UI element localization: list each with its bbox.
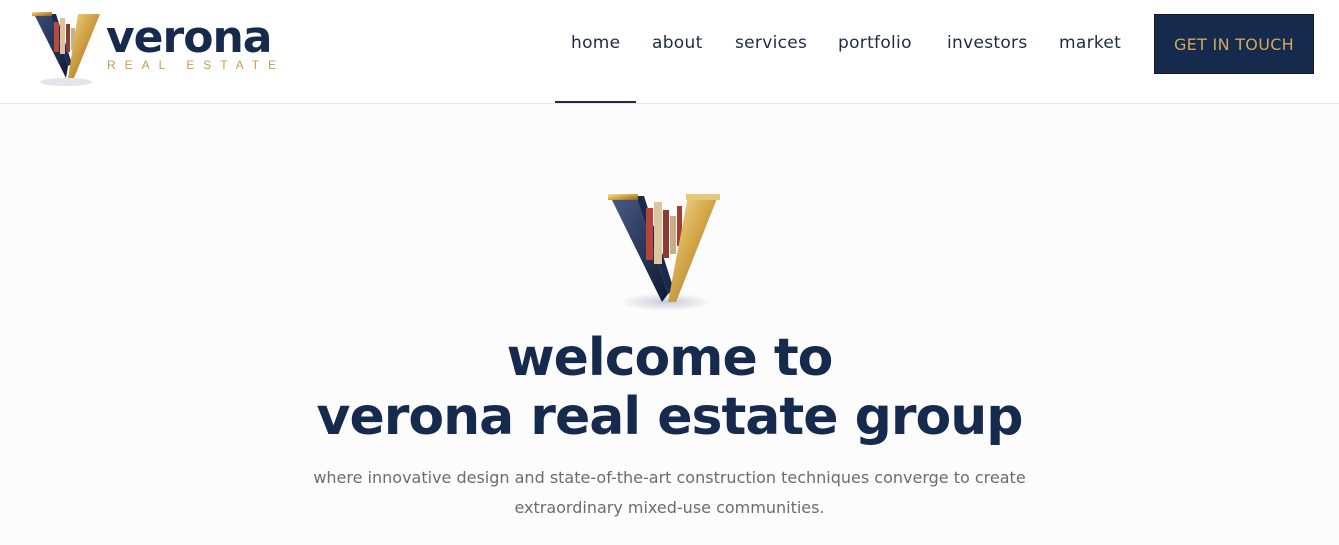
nav-item-portfolio[interactable]: portfolio xyxy=(838,33,912,55)
brand-logo-link[interactable]: verona REAL ESTATE xyxy=(30,8,276,90)
nav-item-investors[interactable]: investors xyxy=(947,33,1028,55)
hero-title-line2: verona real estate group xyxy=(316,387,1024,447)
site-header: verona REAL ESTATE home about services p… xyxy=(0,0,1339,104)
nav-item-home[interactable]: home xyxy=(571,33,620,55)
active-nav-indicator xyxy=(555,101,636,103)
hero-subtitle-line1: where innovative design and state-of-the… xyxy=(313,468,1026,487)
brand-name: verona xyxy=(106,12,272,63)
get-in-touch-button[interactable]: GET IN TOUCH xyxy=(1154,14,1314,74)
hero-v-logo-icon xyxy=(608,194,720,311)
nav-item-services[interactable]: services xyxy=(735,33,807,55)
nav-item-about[interactable]: about xyxy=(652,33,703,55)
brand-tagline: REAL ESTATE xyxy=(107,58,286,72)
hero-title-line1: welcome to xyxy=(506,328,834,388)
hero-subtitle-line2: extraordinary mixed-use communities. xyxy=(514,498,825,517)
verona-v-logo-icon xyxy=(32,12,100,86)
nav-item-market[interactable]: market xyxy=(1059,33,1121,55)
